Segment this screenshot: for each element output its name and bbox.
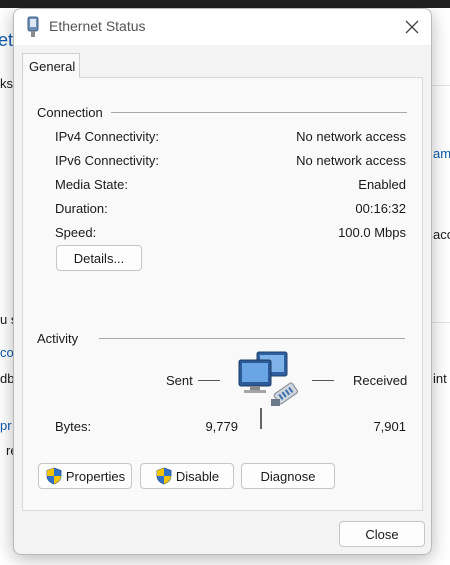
uac-shield-icon: [46, 467, 62, 485]
details-button[interactable]: Details...: [56, 245, 142, 271]
received-label: Received: [353, 373, 408, 388]
activity-divider: [99, 338, 405, 339]
background-divider: [432, 322, 450, 323]
received-line: [312, 380, 334, 381]
disable-button-label: Disable: [175, 468, 220, 484]
bytes-sent-value: 9,779: [205, 419, 238, 434]
speed-value: 100.0 Mbps: [338, 225, 406, 240]
diagnose-button[interactable]: Diagnose: [241, 463, 335, 489]
general-tab-panel: Connection IPv4 Connectivity: No network…: [22, 77, 423, 511]
title-bar: Ethernet Status: [14, 9, 431, 45]
close-button[interactable]: Close: [339, 521, 425, 547]
connection-heading: Connection: [37, 105, 103, 120]
ethernet-plug-icon: [27, 16, 39, 37]
ipv6-label: IPv6 Connectivity:: [55, 153, 160, 168]
speed-label: Speed:: [55, 225, 97, 240]
disable-button[interactable]: Disable: [140, 463, 234, 489]
ipv4-value: No network access: [296, 129, 406, 144]
sent-line: [198, 380, 220, 381]
properties-button-label: Properties: [65, 468, 126, 484]
background-link-fragment[interactable]: co: [0, 345, 14, 360]
ethernet-status-dialog: Ethernet Status General Connection IPv4 …: [13, 8, 432, 555]
background-window-titlebar: [0, 0, 450, 8]
tab-general[interactable]: General: [22, 53, 80, 78]
duration-value: 00:16:32: [355, 201, 406, 216]
uac-shield-icon: [156, 467, 172, 485]
sent-label: Sent: [166, 373, 193, 388]
background-divider: [432, 85, 450, 86]
ipv6-value: No network access: [296, 153, 406, 168]
properties-button[interactable]: Properties: [38, 463, 132, 489]
background-text-fragment: ks: [0, 76, 13, 91]
close-icon[interactable]: [399, 14, 425, 40]
connection-divider: [111, 112, 407, 113]
activity-heading: Activity: [37, 331, 79, 346]
ipv4-label: IPv4 Connectivity:: [55, 129, 160, 144]
media-state-value: Enabled: [358, 177, 406, 192]
background-text-fragment: int: [433, 371, 447, 386]
media-state-label: Media State:: [55, 177, 128, 192]
background-link-fragment[interactable]: am: [433, 146, 450, 161]
duration-label: Duration:: [55, 201, 108, 216]
dialog-title: Ethernet Status: [49, 18, 146, 34]
network-computers-icon: [238, 351, 298, 406]
activity-separator: [260, 408, 262, 429]
bytes-received-value: 7,901: [373, 419, 406, 434]
background-text-fragment: acc: [433, 227, 450, 242]
background-link-fragment[interactable]: pr: [0, 418, 12, 433]
bytes-label: Bytes:: [55, 419, 92, 434]
